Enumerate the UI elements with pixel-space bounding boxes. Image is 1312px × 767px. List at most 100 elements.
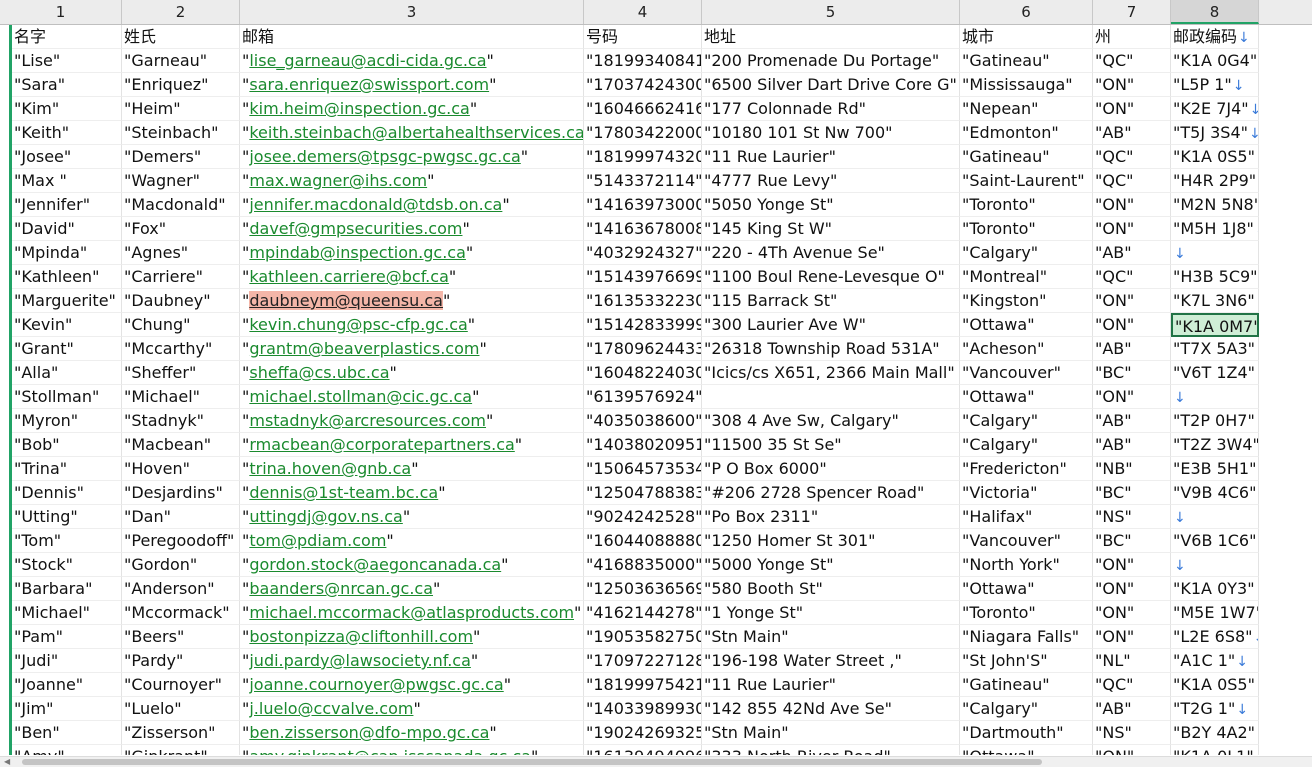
cell-r0-c7[interactable]: 州 [1093, 25, 1171, 49]
email-link[interactable]: judi.pardy@lawsociety.nf.ca [249, 651, 471, 670]
cell-r1-c1[interactable]: "Lise" [12, 49, 122, 73]
cell-r27-c1[interactable]: "Joanne" [12, 673, 122, 697]
cell-r2-c5[interactable]: "6500 Silver Dart Drive Core G" [702, 73, 960, 97]
cell-r2-c8[interactable]: "L5P 1"↓ [1171, 73, 1259, 97]
email-link[interactable]: daubneym@queensu.ca [249, 291, 443, 310]
cell-r11-c4[interactable]: "16135332230" [584, 289, 702, 313]
column-header-8[interactable]: 8 [1171, 0, 1259, 24]
cell-r26-c1[interactable]: "Judi" [12, 649, 122, 673]
cell-r14-c1[interactable]: "Alla" [12, 361, 122, 385]
cell-r8-c7[interactable]: "ON" [1093, 217, 1171, 241]
cell-r16-c4[interactable]: "4035038600" [584, 409, 702, 433]
cell-r18-c2[interactable]: "Hoven" [122, 457, 240, 481]
cell-r10-c5[interactable]: "1100 Boul Rene-Levesque O" [702, 265, 960, 289]
cell-r10-c8[interactable]: "H3B 5C9"↓ [1171, 265, 1259, 289]
cell-r30-c1[interactable]: "Amy" [12, 745, 122, 755]
column-header-1[interactable]: 1 [0, 0, 122, 24]
cell-r9-c6[interactable]: "Calgary" [960, 241, 1093, 265]
cell-r16-c5[interactable]: "308 4 Ave Sw, Calgary" [702, 409, 960, 433]
cell-r30-c2[interactable]: "Ginkrant" [122, 745, 240, 755]
cell-r29-c4[interactable]: "19024269325" [584, 721, 702, 745]
cell-r15-c1[interactable]: "Stollman" [12, 385, 122, 409]
cell-r27-c8[interactable]: "K1A 0S5"↓ [1171, 673, 1259, 697]
cell-r1-c4[interactable]: "18199340841" [584, 49, 702, 73]
email-link[interactable]: baanders@nrcan.gc.ca [249, 579, 433, 598]
cell-r14-c5[interactable]: "Icics/cs X651, 2366 Main Mall" [702, 361, 960, 385]
cell-r12-c5[interactable]: "300 Laurier Ave W" [702, 313, 960, 337]
cell-r27-c3[interactable]: "joanne.cournoyer@pwgsc.gc.ca" [240, 673, 584, 697]
cell-r22-c3[interactable]: "gordon.stock@aegoncanada.ca" [240, 553, 584, 577]
cell-r18-c6[interactable]: "Fredericton" [960, 457, 1093, 481]
cell-r26-c6[interactable]: "St John'S" [960, 649, 1093, 673]
cell-r13-c5[interactable]: "26318 Township Road 531A" [702, 337, 960, 361]
cell-r25-c4[interactable]: "19053582750" [584, 625, 702, 649]
cell-r9-c7[interactable]: "AB" [1093, 241, 1171, 265]
cell-r23-c5[interactable]: "580 Booth St" [702, 577, 960, 601]
cell-r29-c2[interactable]: "Zisserson" [122, 721, 240, 745]
cell-r23-c8[interactable]: "K1A 0Y3"↓ [1171, 577, 1259, 601]
cell-r9-c4[interactable]: "4032924327" [584, 241, 702, 265]
cell-r2-c2[interactable]: "Enriquez" [122, 73, 240, 97]
cell-r6-c6[interactable]: "Saint-Laurent" [960, 169, 1093, 193]
column-header-6[interactable]: 6 [960, 0, 1093, 24]
cell-r18-c1[interactable]: "Trina" [12, 457, 122, 481]
cell-r2-c1[interactable]: "Sara" [12, 73, 122, 97]
cell-r13-c1[interactable]: "Grant" [12, 337, 122, 361]
cell-r18-c8[interactable]: "E3B 5H1"↓ [1171, 457, 1259, 481]
email-link[interactable]: j.luelo@ccvalve.com [249, 699, 413, 718]
cell-r22-c2[interactable]: "Gordon" [122, 553, 240, 577]
scroll-left-icon[interactable]: ◀ [4, 758, 16, 766]
cell-r26-c4[interactable]: "17097227128" [584, 649, 702, 673]
horizontal-scroll-thumb[interactable] [22, 759, 1042, 765]
cell-r23-c4[interactable]: "12503636569" [584, 577, 702, 601]
cell-r1-c6[interactable]: "Gatineau" [960, 49, 1093, 73]
cell-r15-c4[interactable]: "6139576924" [584, 385, 702, 409]
cell-r20-c4[interactable]: "9024242528" [584, 505, 702, 529]
cell-r24-c8[interactable]: "M5E 1W7"↓ [1171, 601, 1259, 625]
cell-r16-c1[interactable]: "Myron" [12, 409, 122, 433]
cell-r18-c5[interactable]: "P O Box 6000" [702, 457, 960, 481]
cell-r3-c2[interactable]: "Heim" [122, 97, 240, 121]
cell-r8-c1[interactable]: "David" [12, 217, 122, 241]
email-link[interactable]: sara.enriquez@swissport.com [249, 75, 489, 94]
cell-r12-c6[interactable]: "Ottawa" [960, 313, 1093, 337]
cell-r0-c2[interactable]: 姓氏 [122, 25, 240, 49]
cell-r21-c5[interactable]: "1250 Homer St 301" [702, 529, 960, 553]
cell-r0-c6[interactable]: 城市 [960, 25, 1093, 49]
cell-r1-c8[interactable]: "K1A 0G4"↓ [1171, 49, 1259, 73]
cell-r30-c4[interactable]: "16139494096" [584, 745, 702, 755]
cell-r26-c2[interactable]: "Pardy" [122, 649, 240, 673]
cell-r2-c6[interactable]: "Mississauga" [960, 73, 1093, 97]
cell-r13-c2[interactable]: "Mccarthy" [122, 337, 240, 361]
cell-r22-c8[interactable]: ↓ [1171, 553, 1259, 577]
cell-r2-c3[interactable]: "sara.enriquez@swissport.com" [240, 73, 584, 97]
cell-r10-c4[interactable]: "15143976699" [584, 265, 702, 289]
cell-r8-c4[interactable]: "14163678008" [584, 217, 702, 241]
cell-r17-c5[interactable]: "11500 35 St Se" [702, 433, 960, 457]
cell-r5-c1[interactable]: "Josee" [12, 145, 122, 169]
cell-r30-c8[interactable]: "K1A 0L1"↓ [1171, 745, 1259, 755]
column-header-3[interactable]: 3 [240, 0, 584, 24]
cell-r15-c5[interactable] [702, 385, 960, 409]
cell-r1-c2[interactable]: "Garneau" [122, 49, 240, 73]
cell-r23-c1[interactable]: "Barbara" [12, 577, 122, 601]
cell-r13-c7[interactable]: "AB" [1093, 337, 1171, 361]
cell-r21-c8[interactable]: "V6B 1C6"↓ [1171, 529, 1259, 553]
cell-r30-c7[interactable]: "ON" [1093, 745, 1171, 755]
cell-r11-c7[interactable]: "ON" [1093, 289, 1171, 313]
cell-r27-c4[interactable]: "18199975421" [584, 673, 702, 697]
cell-r8-c2[interactable]: "Fox" [122, 217, 240, 241]
email-link[interactable]: davef@gmpsecurities.com [249, 219, 462, 238]
cell-r28-c2[interactable]: "Luelo" [122, 697, 240, 721]
cell-r8-c5[interactable]: "145 King St W" [702, 217, 960, 241]
cell-r12-c4[interactable]: "15142833999" [584, 313, 702, 337]
cell-r7-c2[interactable]: "Macdonald" [122, 193, 240, 217]
cell-r10-c6[interactable]: "Montreal" [960, 265, 1093, 289]
cell-r24-c3[interactable]: "michael.mccormack@atlasproducts.com" [240, 601, 584, 625]
cell-r5-c5[interactable]: "11 Rue Laurier" [702, 145, 960, 169]
email-link[interactable]: rmacbean@corporatepartners.ca [249, 435, 514, 454]
cell-r20-c3[interactable]: "uttingdj@gov.ns.ca" [240, 505, 584, 529]
cell-r15-c2[interactable]: "Michael" [122, 385, 240, 409]
cell-r24-c7[interactable]: "ON" [1093, 601, 1171, 625]
cell-r8-c8[interactable]: "M5H 1J8"↓ [1171, 217, 1259, 241]
